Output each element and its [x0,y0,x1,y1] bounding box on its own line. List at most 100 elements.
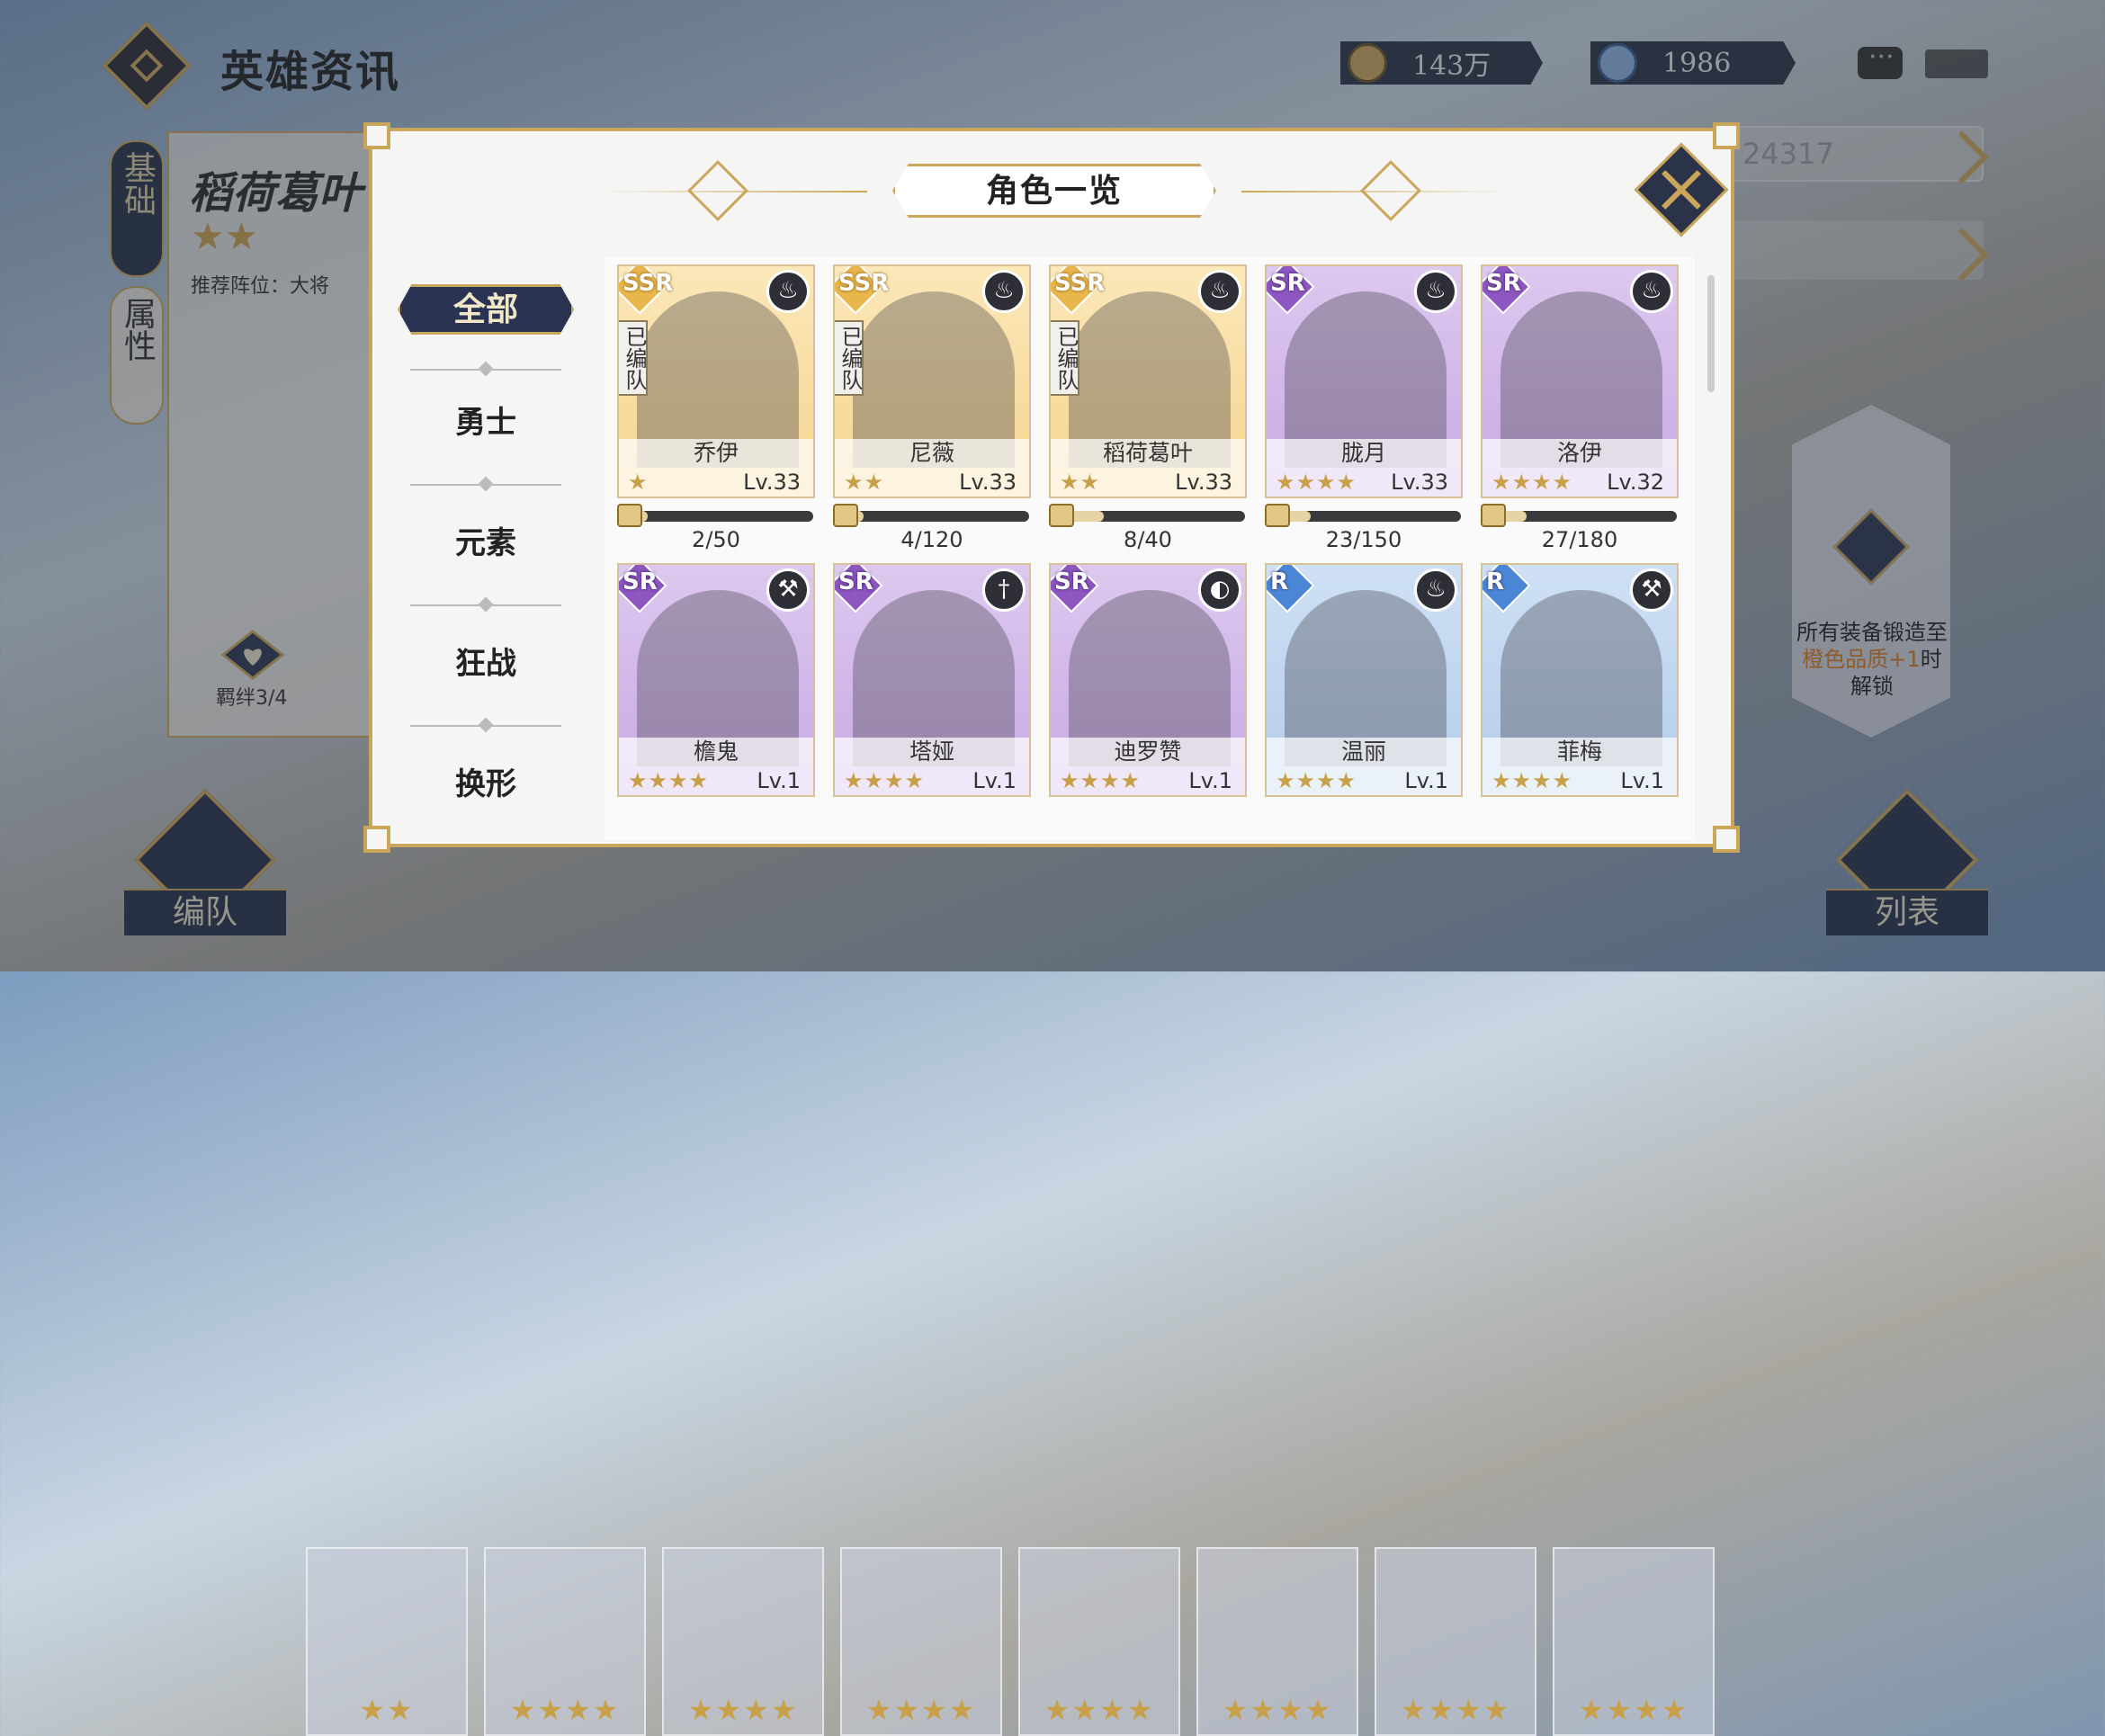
character-name: 温丽 [1340,738,1386,765]
filter-shapeshifter[interactable]: 换形 [398,757,574,811]
flame-icon: ♨ [1198,270,1241,313]
filter-divider [410,725,561,727]
character-card[interactable]: R ⚒ 菲梅 ★★★★ Lv.1 [1481,563,1679,797]
character-stars: ★ [628,470,649,495]
character-stars: ★★★★ [1276,470,1357,495]
character-level: Lv.1 [1620,768,1664,793]
flame-icon: ♨ [766,270,810,313]
grid-scrollbar[interactable] [1707,275,1715,392]
character-name: 迪罗赞 [1114,738,1182,765]
character-card[interactable]: SR ◐ 迪罗赞 ★★★★ Lv.1 [1049,563,1247,797]
roster-card[interactable]: ★★★★ [1196,1547,1358,1736]
roster-card[interactable]: ★★★★ [1553,1547,1715,1736]
filter-divider [410,604,561,606]
character-card[interactable]: R ♨ 温丽 ★★★★ Lv.1 [1265,563,1463,797]
fragment-bar [637,511,813,522]
mask-icon: ◐ [1198,568,1241,612]
filter-elemental[interactable]: 元素 [398,516,574,570]
flame-icon: ♨ [1414,568,1457,612]
roster-card[interactable]: ★★★★ [840,1547,1002,1736]
character-level: Lv.1 [757,768,801,793]
puzzle-piece-icon [617,504,642,527]
roster-card[interactable]: ★★★★ [1375,1547,1536,1736]
character-card[interactable]: SSR ♨ 已编队 稻荷葛叶 ★★ Lv.33 [1049,264,1247,498]
character-name: 稻荷葛叶 [1102,440,1193,466]
filter-all[interactable]: 全部 [398,284,574,335]
roster-card[interactable]: ★★ [306,1547,468,1736]
roster-card[interactable]: ★★★★ [484,1547,646,1736]
header-diamond-ornament [1360,160,1421,221]
character-stars: ★★★★ [1491,470,1573,495]
character-name: 塔娅 [909,738,954,765]
character-stars: ★★★★ [628,768,710,793]
roster-card-stars: ★★★★ [1044,1693,1155,1727]
character-name: 尼薇 [909,440,954,466]
puzzle-piece-icon [833,504,858,527]
fragment-count: 23/150 [1325,527,1402,552]
rarity-label: SR [1054,568,1089,595]
filter-berserker[interactable]: 狂战 [398,637,574,691]
fragment-progress: 4/120 [833,504,1031,552]
character-list-modal: 角色一览 全部 勇士 元素 狂战 换形 SSR ♨ 已编队乔伊 ★ Lv.33 2/50 S… [363,122,1740,853]
character-level: Lv.33 [959,470,1017,495]
fragment-count: 4/120 [900,527,963,552]
modal-header: 角色一览 [372,131,1731,248]
roster-card-stars: ★★★★ [865,1693,977,1727]
flame-icon: ♨ [982,270,1026,313]
roster-card-stars: ★★★★ [1400,1693,1511,1727]
roster-card[interactable]: ★★★★ [1018,1547,1180,1736]
header-diamond-ornament [687,160,748,221]
roster-card-stars: ★★★★ [509,1693,621,1727]
class-filter-list: 全部 勇士 元素 狂战 换形 [372,284,597,842]
character-card[interactable]: SSR ♨ 已编队 尼薇 ★★ Lv.33 [833,264,1031,498]
roster-card-stars: ★★★★ [1578,1693,1689,1727]
character-name: 菲梅 [1556,738,1602,765]
rarity-label: SR [1270,270,1305,297]
roster-card-stars: ★★ [359,1693,415,1727]
sword-icon: † [982,568,1026,612]
character-level: Lv.33 [1391,470,1448,495]
character-name: 胧月 [1340,440,1386,466]
flame-icon: ♨ [1414,270,1457,313]
rarity-label: SR [623,568,658,595]
axe-icon: ⚒ [766,568,810,612]
character-card[interactable]: SSR ♨ 已编队 乔伊 ★ Lv.33 [617,264,815,498]
roster-card[interactable]: ★★★★ [662,1547,824,1736]
character-level: Lv.1 [1404,768,1448,793]
filter-warrior[interactable]: 勇士 [398,396,574,450]
character-card[interactable]: SR ♨ 洛伊 ★★★★ Lv.32 [1481,264,1679,498]
character-name: 檐鬼 [693,738,739,765]
character-level: Lv.33 [743,470,801,495]
character-stars: ★★ [844,470,885,495]
character-card[interactable]: SR † 塔娅 ★★★★ Lv.1 [833,563,1031,797]
rarity-label: R [1270,568,1289,595]
roster-card-stars: ★★★★ [1222,1693,1333,1727]
fragment-bar [1500,511,1677,522]
character-name: 洛伊 [1556,440,1602,466]
character-card[interactable]: SR ♨ 胧月 ★★★★ Lv.33 [1265,264,1463,498]
flame-icon: ♨ [1630,270,1673,313]
fragment-bar [1285,511,1461,522]
puzzle-piece-icon [1481,504,1506,527]
axe-icon: ⚒ [1630,568,1673,612]
in-team-tag: 已编队 [1051,320,1079,396]
puzzle-piece-icon [1265,504,1290,527]
character-name: 乔伊 [693,440,739,466]
filter-divider [410,484,561,486]
character-stars: ★★★★ [1060,768,1142,793]
character-stars: ★★★★ [1491,768,1573,793]
fragment-bar [853,511,1029,522]
fragment-count: 27/180 [1541,527,1618,552]
character-stars: ★★ [1060,470,1101,495]
roster-card-stars: ★★★★ [687,1693,799,1727]
rarity-label: SSR [623,270,674,297]
close-button[interactable] [1634,142,1729,237]
character-level: Lv.1 [1188,768,1232,793]
fragment-bar [1069,511,1245,522]
fragment-progress: 2/50 [617,504,815,552]
character-card[interactable]: SR ⚒ 檐鬼 ★★★★ Lv.1 [617,563,815,797]
rarity-label: SR [1486,270,1521,297]
fragment-count: 2/50 [692,527,740,552]
character-stars: ★★★★ [1276,768,1357,793]
rarity-label: SSR [838,270,890,297]
